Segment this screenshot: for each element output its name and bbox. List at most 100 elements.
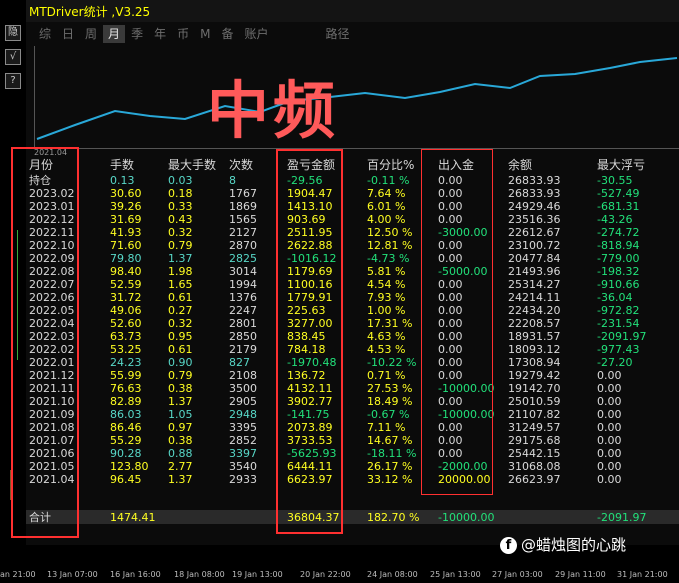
cell-percent: 27.53 % (367, 382, 413, 395)
time-axis-label: 13 Jan 07:00 (47, 570, 98, 579)
equity-chart-svg (36, 57, 678, 140)
cell-max-lots: 0.61 (168, 291, 193, 304)
cell-count: 2247 (229, 304, 257, 317)
cell-count: 2825 (229, 252, 257, 265)
time-axis-label: 25 Jan 13:00 (430, 570, 481, 579)
cell-balance: 26833.93 (508, 174, 561, 187)
cell-percent: 12.81 % (367, 239, 413, 252)
column-header-max-lots[interactable]: 最大手数 (168, 159, 216, 172)
tab-path[interactable]: 路径 (321, 25, 355, 43)
cell-count: 2852 (229, 434, 257, 447)
window-title: MTDriver统计 ,V3.25 (29, 5, 151, 19)
cell-balance: 24214.11 (508, 291, 561, 304)
cell-balance: 26623.97 (508, 473, 561, 486)
cell-max-lots: 1.05 (168, 408, 193, 421)
tab-m[interactable]: M (195, 25, 215, 43)
cell-max-lots: 1.37 (168, 252, 193, 265)
cell-max-drawdown: -43.26 (597, 213, 633, 226)
cell-count: 2801 (229, 317, 257, 330)
cell-percent: 5.81 % (367, 265, 406, 278)
cell-percent: 18.49 % (367, 395, 413, 408)
cell-percent: 7.11 % (367, 421, 406, 434)
cell-max-drawdown: -231.54 (597, 317, 640, 330)
cell-balance: 22612.67 (508, 226, 561, 239)
cell-count: 3540 (229, 460, 257, 473)
cell-lots: 49.06 (110, 304, 142, 317)
cell-max-drawdown: 0.00 (597, 369, 622, 382)
column-header-count[interactable]: 次数 (229, 159, 253, 172)
cell-percent: -0.11 % (367, 174, 410, 187)
cell-max-lots: 0.97 (168, 421, 193, 434)
cell-balance: 19279.42 (508, 369, 561, 382)
tab-week[interactable]: 周 (80, 25, 102, 43)
highlight-month-column (11, 147, 79, 538)
column-header-balance[interactable]: 余额 (508, 159, 532, 172)
cell-percent: -18.11 % (367, 447, 417, 460)
cell-count: 3500 (229, 382, 257, 395)
period-tabs: 综 日 周 月 季 年 币 M 备 账户 路径 (34, 25, 356, 43)
cell-max-lots: 0.33 (168, 200, 193, 213)
cell-max-lots: 0.95 (168, 330, 193, 343)
cell-max-drawdown: 0.00 (597, 408, 622, 421)
tab-currency[interactable]: 币 (172, 25, 194, 43)
cell-percent: -0.67 % (367, 408, 410, 421)
tab-quarter[interactable]: 季 (126, 25, 148, 43)
cell-balance: 23100.72 (508, 239, 561, 252)
cell-lots: 24.23 (110, 356, 142, 369)
cell-lots: 76.63 (110, 382, 142, 395)
cell-balance: 26833.93 (508, 187, 561, 200)
cell-percent: 4.54 % (367, 278, 406, 291)
tab-year[interactable]: 年 (149, 25, 171, 43)
cell-percent: 4.00 % (367, 213, 406, 226)
cell-count: 2179 (229, 343, 257, 356)
cell-max-drawdown: 0.00 (597, 395, 622, 408)
cell-max-lots: 0.03 (168, 174, 193, 187)
time-axis-label: 20 Jan 22:00 (300, 570, 351, 579)
cell-percent: 6.01 % (367, 200, 406, 213)
tab-note[interactable]: 备 (216, 25, 238, 43)
cell-lots: 39.26 (110, 200, 142, 213)
column-header-max-drawdown[interactable]: 最大浮亏 (597, 159, 645, 172)
cell-max-lots: 0.32 (168, 226, 193, 239)
tab-day[interactable]: 日 (57, 25, 79, 43)
time-axis-label: 27 Jan 03:00 (492, 570, 543, 579)
cell-balance: 20477.84 (508, 252, 561, 265)
cell-balance: 21107.82 (508, 408, 561, 421)
cell-max-lots: 0.88 (168, 447, 193, 460)
cell-lots: 90.28 (110, 447, 142, 460)
time-axis-label: 31 Jan 21:00 (617, 570, 668, 579)
tab-month[interactable]: 月 (103, 25, 126, 43)
cell-count: 2870 (229, 239, 257, 252)
watermark-text: @蜡烛图的心跳 (521, 536, 627, 554)
cell-max-lots: 0.43 (168, 213, 193, 226)
total-max-drawdown: -2091.97 (597, 511, 647, 524)
cell-lots: 82.89 (110, 395, 142, 408)
cell-percent: 26.17 % (367, 460, 413, 473)
cell-lots: 41.93 (110, 226, 142, 239)
cell-count: 2127 (229, 226, 257, 239)
cell-max-drawdown: -27.20 (597, 356, 633, 369)
cell-balance: 25010.59 (508, 395, 561, 408)
cell-count: 1869 (229, 200, 257, 213)
cell-lots: 31.69 (110, 213, 142, 226)
hide-button[interactable]: 隐 (5, 25, 21, 41)
cell-percent: 4.53 % (367, 343, 406, 356)
cell-percent: 7.93 % (367, 291, 406, 304)
cell-percent: 14.67 % (367, 434, 413, 447)
highlight-pnl-column (276, 149, 343, 534)
tab-account[interactable]: 账户 (239, 25, 273, 43)
column-header-percent[interactable]: 百分比% (367, 159, 414, 172)
cell-count: 1376 (229, 291, 257, 304)
cell-count: 827 (229, 356, 250, 369)
check-button[interactable]: √ (5, 49, 21, 65)
cell-max-drawdown: -30.55 (597, 174, 633, 187)
time-axis-label: 19 Jan 13:00 (232, 570, 283, 579)
cell-percent: 33.12 % (367, 473, 413, 486)
cell-count: 2948 (229, 408, 257, 421)
column-header-lots[interactable]: 手数 (110, 159, 134, 172)
cell-percent: -10.22 % (367, 356, 417, 369)
cell-max-drawdown: -36.04 (597, 291, 633, 304)
tab-overview[interactable]: 综 (34, 25, 56, 43)
cell-balance: 25314.27 (508, 278, 561, 291)
help-button[interactable]: ? (5, 73, 21, 89)
